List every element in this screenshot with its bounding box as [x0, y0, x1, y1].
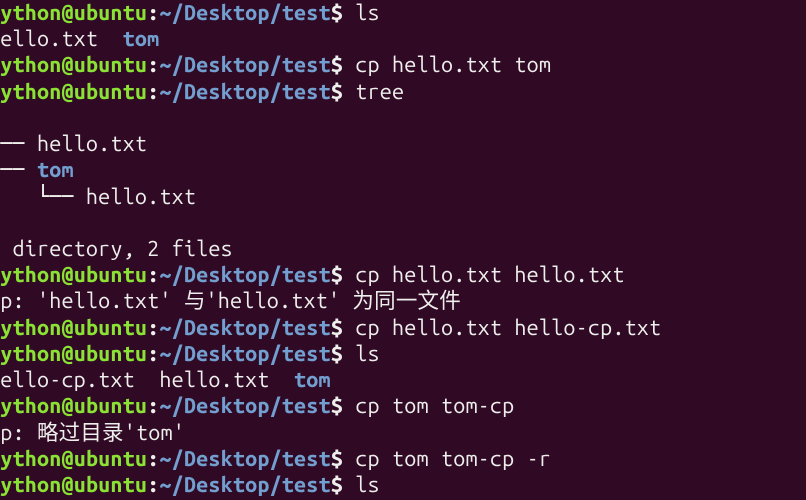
prompt-line: python@ubuntu:~/Desktop/test$ cp tom tom…: [0, 446, 806, 472]
prompt-at: @: [61, 447, 73, 471]
prompt-dollar: $: [331, 447, 343, 471]
ls-file-entry: [98, 27, 122, 51]
command-text: ls: [355, 342, 379, 366]
tree-file-entry: hello.txt: [86, 185, 196, 209]
ls-dir-entry: tom: [294, 368, 331, 392]
prompt-dollar: $: [331, 342, 343, 366]
prompt-dollar: $: [331, 53, 343, 77]
prompt-host: ubuntu: [74, 1, 147, 25]
prompt-at: @: [61, 316, 73, 340]
output-line: cp: 略过目录'tom': [0, 420, 806, 446]
prompt-path: ~/Desktop/test: [159, 53, 330, 77]
output-line: cp: 'hello.txt' 与'hello.txt' 为同一文件: [0, 288, 806, 314]
prompt-user: python: [0, 394, 61, 418]
prompt-host: ubuntu: [74, 263, 147, 287]
prompt-path: ~/Desktop/test: [159, 80, 330, 104]
prompt-host: ubuntu: [74, 342, 147, 366]
prompt-line: python@ubuntu:~/Desktop/test$ ls: [0, 0, 806, 26]
prompt-at: @: [61, 394, 73, 418]
ls-dir-entry: tom: [123, 27, 160, 51]
output-line: .: [0, 105, 806, 131]
prompt-colon: :: [147, 342, 159, 366]
ls-output: hello.txt tom: [0, 26, 806, 52]
blank-line: [0, 210, 806, 236]
prompt-user: python: [0, 80, 61, 104]
prompt-path: ~/Desktop/test: [159, 1, 330, 25]
prompt-path: ~/Desktop/test: [159, 342, 330, 366]
tree-file-entry: hello.txt: [37, 132, 147, 156]
command-text: tree: [355, 80, 404, 104]
prompt-colon: :: [147, 316, 159, 340]
prompt-host: ubuntu: [74, 447, 147, 471]
prompt-host: ubuntu: [74, 53, 147, 77]
prompt-colon: :: [147, 1, 159, 25]
prompt-dollar: $: [331, 394, 343, 418]
prompt-line: python@ubuntu:~/Desktop/test$ cp hello.t…: [0, 262, 806, 288]
prompt-at: @: [61, 80, 73, 104]
prompt-line: python@ubuntu:~/Desktop/test$ cp tom tom…: [0, 393, 806, 419]
prompt-user: python: [0, 316, 61, 340]
prompt-at: @: [61, 342, 73, 366]
prompt-dollar: $: [331, 80, 343, 104]
prompt-colon: :: [147, 473, 159, 497]
prompt-line: python@ubuntu:~/Desktop/test$ cp hello.t…: [0, 315, 806, 341]
prompt-host: ubuntu: [74, 316, 147, 340]
prompt-user: python: [0, 342, 61, 366]
prompt-host: ubuntu: [74, 80, 147, 104]
prompt-line: python@ubuntu:~/Desktop/test$ ls: [0, 472, 806, 498]
prompt-path: ~/Desktop/test: [159, 473, 330, 497]
prompt-colon: :: [147, 53, 159, 77]
ls-file-entry: hello.txt: [0, 27, 98, 51]
prompt-line: python@ubuntu:~/Desktop/test$ ls: [0, 341, 806, 367]
tree-prefix: └──: [0, 185, 86, 209]
prompt-user: python: [0, 473, 61, 497]
prompt-dollar: $: [331, 1, 343, 25]
command-text: cp tom tom-cp: [355, 394, 514, 418]
ls-file-entry: hello.txt: [159, 368, 269, 392]
command-text: cp tom tom-cp -r: [355, 447, 551, 471]
prompt-user: python: [0, 53, 61, 77]
output-line: 1 directory, 2 files: [0, 236, 806, 262]
ls-file-entry: [135, 368, 159, 392]
ls-file-entry: hello-cp.txt: [0, 368, 135, 392]
prompt-user: python: [0, 1, 61, 25]
prompt-dollar: $: [331, 316, 343, 340]
prompt-path: ~/Desktop/test: [159, 447, 330, 471]
prompt-at: @: [61, 473, 73, 497]
ls-output: hello-cp.txt hello.txt tom: [0, 367, 806, 393]
prompt-user: python: [0, 447, 61, 471]
command-text: ls: [355, 473, 379, 497]
tree-prefix: ├──: [0, 132, 37, 156]
prompt-colon: :: [147, 394, 159, 418]
prompt-host: ubuntu: [74, 394, 147, 418]
prompt-at: @: [61, 1, 73, 25]
prompt-colon: :: [147, 447, 159, 471]
tree-line: ├── hello.txt: [0, 131, 806, 157]
command-text: cp hello.txt hello-cp.txt: [355, 316, 661, 340]
prompt-line: python@ubuntu:~/Desktop/test$ tree: [0, 79, 806, 105]
tree-line: └── tom: [0, 157, 806, 183]
command-text: cp hello.txt hello.txt: [355, 263, 624, 287]
prompt-line: python@ubuntu:~/Desktop/test$ cp hello.t…: [0, 52, 806, 78]
prompt-at: @: [61, 53, 73, 77]
prompt-path: ~/Desktop/test: [159, 316, 330, 340]
command-text: cp hello.txt tom: [355, 53, 551, 77]
tree-line: └── hello.txt: [0, 184, 806, 210]
prompt-at: @: [61, 263, 73, 287]
prompt-host: ubuntu: [74, 473, 147, 497]
command-text: ls: [355, 1, 379, 25]
tree-prefix: └──: [0, 158, 37, 182]
terminal-output[interactable]: python@ubuntu:~/Desktop/test$ lshello.tx…: [0, 0, 806, 498]
prompt-colon: :: [147, 263, 159, 287]
prompt-user: python: [0, 263, 61, 287]
prompt-path: ~/Desktop/test: [159, 394, 330, 418]
prompt-dollar: $: [331, 263, 343, 287]
ls-file-entry: [270, 368, 294, 392]
tree-dir-entry: tom: [37, 158, 74, 182]
prompt-colon: :: [147, 80, 159, 104]
prompt-path: ~/Desktop/test: [159, 263, 330, 287]
prompt-dollar: $: [331, 473, 343, 497]
